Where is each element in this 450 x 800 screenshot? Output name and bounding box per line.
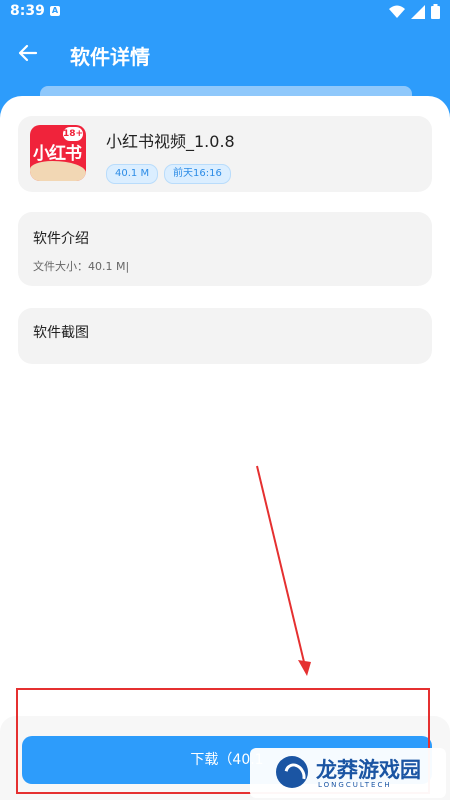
annotation-arrow [256,465,311,676]
watermark-logo-icon [276,756,308,788]
watermark-sub: LONGCULTECH [318,781,392,789]
watermark-name: 龙莽游戏园 [316,758,421,782]
watermark: 龙莽游戏园 LONGCULTECH [250,748,446,798]
